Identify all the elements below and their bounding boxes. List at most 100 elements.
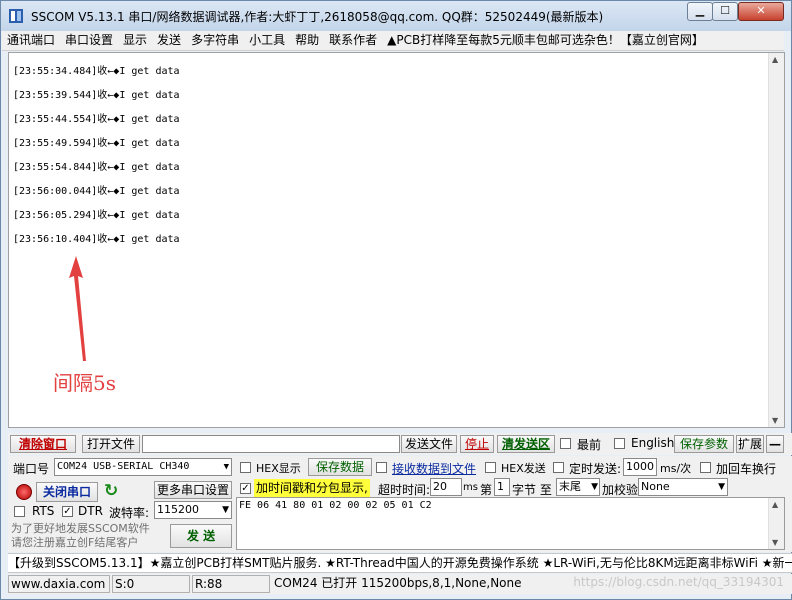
- status-sent-count: S:0: [112, 575, 190, 593]
- ad-ticker[interactable]: 【升级到SSCOM5.13.1】★嘉立创PCB打样SMT贴片服务. ★RT-Th…: [8, 553, 792, 573]
- hex-send-checkbox[interactable]: [485, 462, 496, 473]
- scroll-down-icon[interactable]: ▼: [772, 538, 778, 547]
- baud-value: 115200: [157, 503, 199, 516]
- byte-end-select[interactable]: 末尾 ▼: [556, 478, 600, 496]
- menu-item-7[interactable]: 联系作者: [324, 31, 382, 50]
- receive-line: [23:55:44.554]收←◆I get data: [13, 114, 180, 125]
- menu-item-1[interactable]: 串口设置: [60, 31, 118, 50]
- receive-line: [23:55:54.844]收←◆I get data: [13, 162, 180, 173]
- receive-line: [23:55:49.594]收←◆I get data: [13, 138, 180, 149]
- scroll-up-icon[interactable]: ▲: [772, 55, 778, 64]
- receive-lines: [23:55:34.484]收←◆I get data [23:55:39.544…: [13, 65, 180, 257]
- app-window: SSCOM V5.13.1 串口/网络数据调试器,作者:大虾丁丁,2618058…: [0, 0, 792, 600]
- menu-item-6[interactable]: 帮助: [290, 31, 324, 50]
- title-bar: SSCOM V5.13.1 串口/网络数据调试器,作者:大虾丁丁,2618058…: [1, 1, 791, 31]
- menu-item-4[interactable]: 多字符串: [186, 31, 244, 50]
- send-scrollbar[interactable]: ▲ ▼: [768, 498, 784, 549]
- chevron-down-icon[interactable]: ▼: [224, 459, 229, 475]
- status-bar: www.daxia.com S:0 R:88 COM24 已打开 115200b…: [8, 574, 792, 594]
- annotation-arrow-icon: [69, 256, 86, 361]
- baud-select[interactable]: 115200 ▼: [154, 501, 232, 519]
- stop-button[interactable]: 停止: [460, 435, 494, 453]
- status-website[interactable]: www.daxia.com: [8, 575, 110, 593]
- baud-label: 波特率:: [109, 506, 150, 520]
- menu-item-5[interactable]: 小工具: [244, 31, 290, 50]
- scroll-up-icon[interactable]: ▲: [772, 500, 778, 509]
- add-newline-checkbox[interactable]: [700, 462, 711, 473]
- port-status-icon: [16, 484, 32, 500]
- scroll-down-icon[interactable]: ▼: [772, 416, 778, 425]
- topmost-label: 最前: [577, 438, 602, 452]
- close-port-button[interactable]: 关闭串口: [36, 482, 98, 502]
- english-checkbox[interactable]: [614, 438, 625, 449]
- timestamp-checkbox[interactable]: ✓: [240, 483, 251, 494]
- close-button[interactable]: ✕: [738, 2, 784, 21]
- refresh-icon[interactable]: ↻: [104, 481, 118, 501]
- hex-send-label: HEX发送: [501, 462, 546, 475]
- rts-label: RTS: [32, 504, 55, 518]
- timed-send-checkbox[interactable]: [553, 462, 564, 473]
- checksum-label: 加校验: [602, 483, 639, 497]
- menu-item-8[interactable]: ▲PCB打样降至每款5元顺丰包邮可选杂色！【嘉立创官网】: [382, 31, 709, 50]
- byte-label-2: 字节 至: [512, 483, 552, 497]
- interval-unit: ms/次: [660, 462, 692, 475]
- chevron-down-icon[interactable]: ▼: [591, 479, 598, 495]
- more-port-settings-button[interactable]: 更多串口设置: [154, 481, 232, 499]
- watermark-text: https://blog.csdn.net/qq_33194301: [573, 575, 784, 589]
- hex-display-label: HEX显示: [256, 462, 301, 475]
- dtr-checkbox[interactable]: ✓: [62, 506, 73, 517]
- maximize-button[interactable]: ☐: [712, 2, 738, 21]
- english-label: English: [631, 436, 675, 450]
- port-select[interactable]: COM24 USB-SERIAL CH340 ▼: [54, 458, 232, 476]
- checksum-select[interactable]: None ▼: [638, 478, 728, 496]
- minimize-button[interactable]: ▁: [687, 2, 713, 21]
- topmost-checkbox[interactable]: [560, 438, 571, 449]
- send-input[interactable]: FE 06 41 80 01 02 00 02 05 01 C2 ▲ ▼: [236, 497, 785, 550]
- recv-to-file-label: 接收数据到文件: [392, 462, 477, 476]
- chevron-down-icon[interactable]: ▼: [718, 479, 725, 495]
- send-button[interactable]: 发 送: [170, 524, 232, 548]
- file-toolbar: 清除窗口 打开文件 发送文件 停止 清发送区 最前 English 保存参数 扩…: [8, 433, 792, 455]
- port-value: COM24 USB-SERIAL CH340: [57, 461, 190, 472]
- file-path-field[interactable]: [142, 435, 400, 453]
- byte-label-1: 第: [480, 483, 493, 497]
- dtr-label: DTR: [78, 504, 103, 518]
- chevron-down-icon[interactable]: ▼: [222, 502, 229, 518]
- add-newline-label: 加回车换行: [716, 462, 777, 476]
- maximize-icon: ☐: [720, 4, 730, 17]
- timestamp-label: 加时间戳和分包显示,: [254, 479, 370, 497]
- checksum-value: None: [641, 480, 670, 493]
- settings-panel: 端口号 COM24 USB-SERIAL CH340 ▼ 关闭串口 ↻ 更多串口…: [8, 456, 792, 552]
- annotation-text: 间隔5s: [53, 371, 116, 395]
- receive-scrollbar[interactable]: ▲ ▼: [768, 53, 784, 427]
- collapse-button[interactable]: —: [766, 435, 784, 453]
- promo-text: 为了更好地发展SSCOM软件 请您注册嘉立创F结尾客户: [11, 522, 150, 549]
- timed-send-label: 定时发送:: [569, 462, 622, 476]
- timeout-label: 超时时间:: [378, 483, 431, 497]
- menu-item-3[interactable]: 发送: [152, 31, 186, 50]
- receive-line: [23:56:00.044]收←◆I get data: [13, 186, 180, 197]
- rts-checkbox[interactable]: [14, 506, 25, 517]
- clear-window-button[interactable]: 清除窗口: [10, 435, 76, 453]
- menu-item-2[interactable]: 显示: [118, 31, 152, 50]
- expand-button[interactable]: 扩展: [736, 435, 764, 453]
- byte-end-value: 末尾: [559, 480, 581, 493]
- receive-line: [23:55:39.544]收←◆I get data: [13, 90, 180, 101]
- app-icon: [9, 9, 23, 23]
- port-label: 端口号: [13, 462, 50, 476]
- hex-display-checkbox[interactable]: [240, 462, 251, 473]
- clear-send-button[interactable]: 清发送区: [497, 435, 555, 453]
- byte-start-input[interactable]: 1: [494, 478, 510, 496]
- open-file-button[interactable]: 打开文件: [82, 435, 140, 453]
- save-data-button[interactable]: 保存数据: [308, 458, 372, 476]
- minimize-icon: ▁: [695, 4, 705, 17]
- status-recv-count: R:88: [192, 575, 270, 593]
- send-file-button[interactable]: 发送文件: [401, 435, 457, 453]
- menu-item-0[interactable]: 通讯端口: [2, 31, 60, 50]
- save-params-button[interactable]: 保存参数: [674, 435, 734, 453]
- receive-area[interactable]: [23:55:34.484]收←◆I get data [23:55:39.544…: [8, 52, 785, 428]
- interval-input[interactable]: 1000: [623, 458, 657, 476]
- window-title: SSCOM V5.13.1 串口/网络数据调试器,作者:大虾丁丁,2618058…: [31, 10, 604, 24]
- recv-to-file-checkbox[interactable]: [376, 462, 387, 473]
- timeout-input[interactable]: 20: [430, 478, 462, 496]
